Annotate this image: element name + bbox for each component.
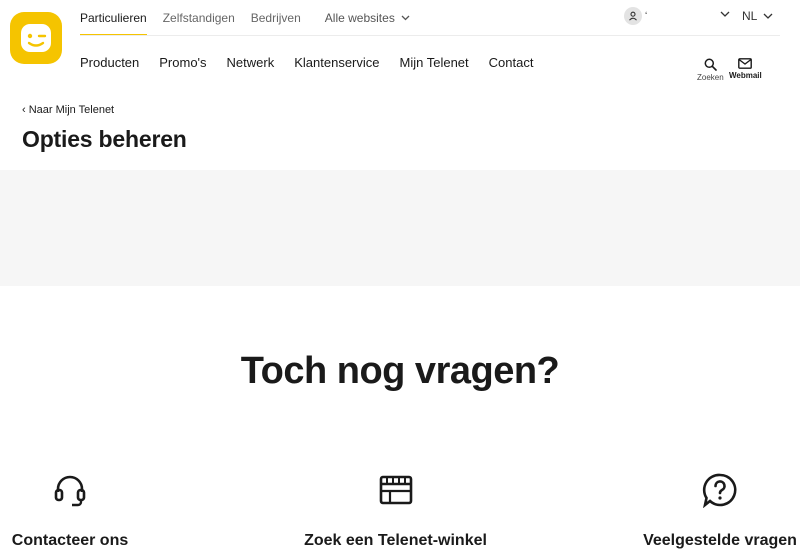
- webmail-button[interactable]: Webmail: [729, 58, 762, 80]
- segment-bedrijven[interactable]: Bedrijven: [251, 0, 301, 36]
- back-link[interactable]: ‹ Naar Mijn Telenet: [22, 104, 114, 116]
- nav-netwerk[interactable]: Netwerk: [227, 55, 275, 70]
- all-websites-dropdown[interactable]: Alle websites: [325, 11, 410, 25]
- telenet-logo[interactable]: [10, 12, 62, 64]
- mail-icon: [738, 58, 753, 69]
- help-card-store[interactable]: Zoek een Telenet-winkel: [298, 470, 493, 550]
- user-icon: [624, 7, 642, 25]
- main-nav: Producten Promo's Netwerk Klantenservice…: [80, 55, 553, 70]
- store-icon: [376, 470, 416, 510]
- webmail-label: Webmail: [729, 71, 762, 80]
- nav-contact[interactable]: Contact: [489, 55, 534, 70]
- segment-zelfstandigen[interactable]: Zelfstandigen: [163, 0, 235, 36]
- nav-promos[interactable]: Promo's: [159, 55, 206, 70]
- nav-klantenservice[interactable]: Klantenservice: [294, 55, 379, 70]
- question-bubble-icon: [700, 470, 740, 510]
- search-button[interactable]: Zoeken: [697, 58, 724, 82]
- help-card-label: Zoek een Telenet-winkel: [304, 532, 487, 549]
- segment-particulieren[interactable]: Particulieren: [80, 0, 147, 36]
- account-name: ʻ: [645, 10, 648, 22]
- segment-nav: Particulieren Zelfstandigen Bedrijven Al…: [80, 0, 410, 36]
- page-title: Opties beheren: [22, 126, 187, 152]
- help-heading: Toch nog vragen?: [240, 350, 560, 392]
- headset-icon: [50, 470, 90, 510]
- language-selector[interactable]: NL: [742, 9, 773, 23]
- content-placeholder: [0, 170, 800, 286]
- nav-producten[interactable]: Producten: [80, 55, 139, 70]
- top-divider: [80, 35, 780, 36]
- chevron-down-icon: [763, 13, 773, 19]
- language-label: NL: [742, 9, 758, 23]
- help-card-label: Veelgestelde vragen: [643, 532, 797, 549]
- help-card-contact[interactable]: Contacteer ons: [10, 470, 130, 550]
- search-icon: [704, 58, 717, 71]
- account-menu[interactable]: ʻ: [624, 7, 647, 25]
- help-card-faq[interactable]: Veelgestelde vragen: [640, 470, 800, 550]
- all-websites-label: Alle websites: [324, 11, 395, 25]
- chevron-down-icon: [401, 15, 410, 21]
- account-chevron-down-icon[interactable]: [720, 11, 730, 17]
- nav-mijn-telenet[interactable]: Mijn Telenet: [400, 55, 469, 70]
- search-label: Zoeken: [697, 73, 724, 82]
- help-card-label: Contacteer ons: [11, 532, 129, 549]
